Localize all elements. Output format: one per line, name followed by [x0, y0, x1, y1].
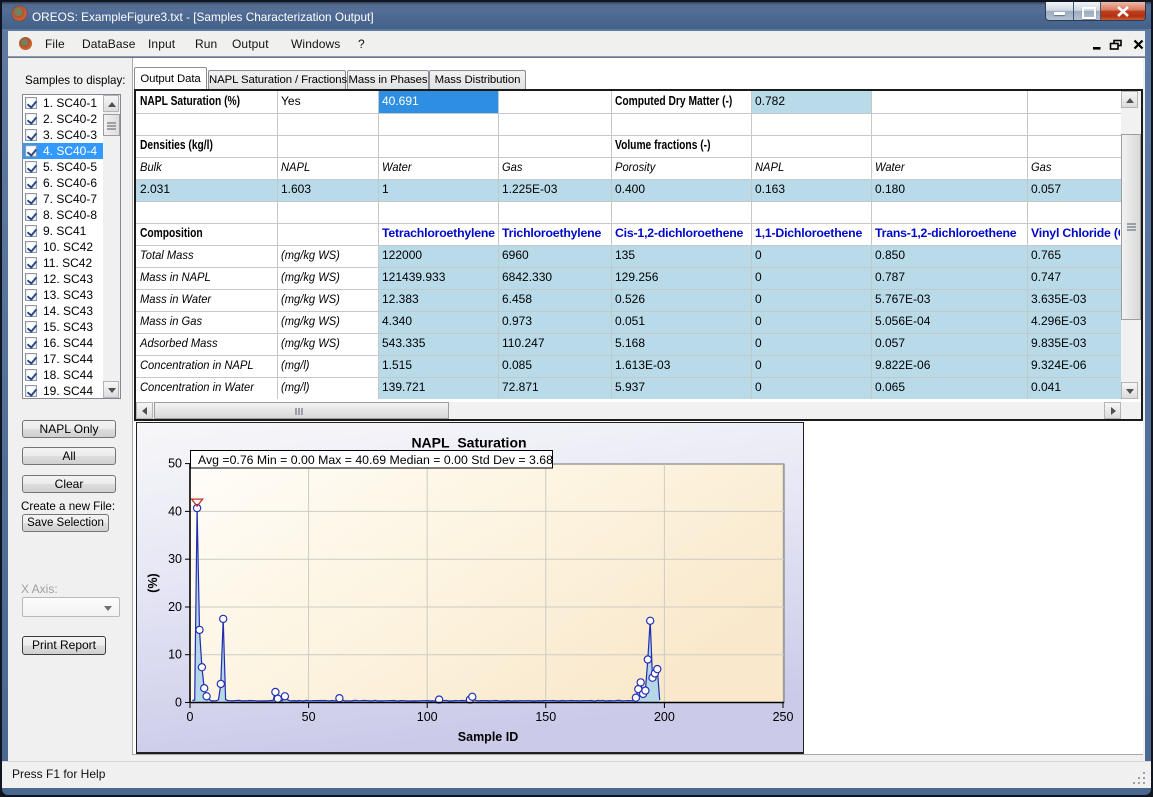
svg-text:0: 0	[175, 696, 182, 710]
svg-text:30: 30	[168, 552, 182, 566]
svg-text:NAPL Saturation: NAPL Saturation	[411, 435, 526, 451]
svg-text:Sample ID: Sample ID	[458, 730, 518, 744]
svg-text:50: 50	[302, 710, 316, 724]
svg-text:250: 250	[773, 710, 794, 724]
svg-text:(%): (%)	[146, 573, 160, 592]
svg-text:0: 0	[187, 710, 194, 724]
svg-text:40: 40	[168, 504, 182, 518]
svg-text:200: 200	[654, 710, 675, 724]
svg-text:20: 20	[168, 600, 182, 614]
svg-text:Avg =0.76 Min = 0.00 Max = 40.: Avg =0.76 Min = 0.00 Max = 40.69 Median …	[198, 453, 553, 467]
svg-text:50: 50	[168, 457, 182, 471]
svg-text:150: 150	[535, 710, 556, 724]
svg-text:10: 10	[168, 648, 182, 662]
svg-text:100: 100	[417, 710, 438, 724]
